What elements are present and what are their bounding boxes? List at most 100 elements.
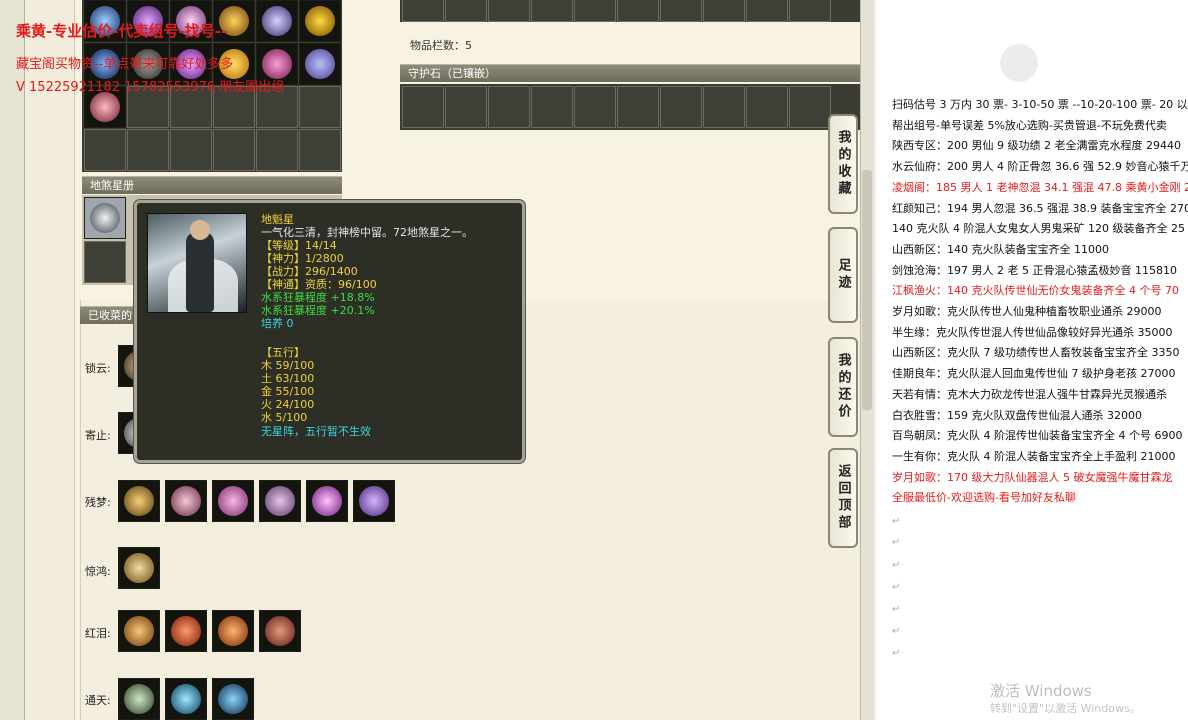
tooltip-element: 土 63/100 [261,372,315,385]
tooltip-bonus: 水系狂暴程度 +20.1% [261,304,375,317]
outfit-item[interactable] [212,610,254,652]
empty-slot[interactable] [531,0,573,22]
windows-activation-hint: 转到"设置"以激活 Windows。 [990,702,1141,715]
footprint-button[interactable]: 足迹 [828,227,858,323]
empty-slot[interactable] [84,129,126,171]
empty-slot[interactable] [445,86,487,128]
listing-line: 岁月如歌：170 级大力队仙器混人 5 破女魔强牛魔甘霖龙 [892,470,1173,484]
outfit-item[interactable] [353,480,395,522]
tooltip-spirit: 【神通】资质：96/100 [261,278,377,291]
outfit-item[interactable] [212,678,254,720]
character-slot[interactable] [84,197,126,239]
empty-slot[interactable] [617,86,659,128]
windows-activation-watermark: 激活 Windows [990,682,1092,700]
guard-stone-header: 守护石（已镶嵌） [400,64,860,82]
empty-slot[interactable] [746,86,788,128]
empty-slot[interactable] [660,0,702,22]
empty-slot[interactable] [660,86,702,128]
paragraph-mark: ↵ [892,516,901,527]
empty-slot[interactable] [617,0,659,22]
empty-slot[interactable] [402,86,444,128]
empty-slot[interactable] [789,86,831,128]
listing-line: 半生缘：克火队传世混人传世仙品像较好异光通杀 35000 [892,325,1173,339]
tooltip-element: 水 5/100 [261,411,308,424]
row-label: 残梦: [85,496,111,509]
outfit-item[interactable] [306,480,348,522]
scrollbar-thumb[interactable] [862,170,872,410]
my-collection-button[interactable]: 我的收藏 [828,114,858,214]
tooltip-element: 金 55/100 [261,385,315,398]
tooltip-element: 火 24/100 [261,398,315,411]
listing-line: 一生有你：克火队 4 阶混人装备宝宝齐全上手盈利 21000 [892,449,1176,463]
listing-line: 红颜知己：194 男人忽混 36.5 强混 38.9 装备宝宝齐全 270 [892,201,1188,215]
empty-slot[interactable] [789,0,831,22]
paragraph-mark: ↵ [892,537,901,548]
empty-slot[interactable] [703,0,745,22]
item-slot[interactable] [299,0,341,42]
listing-line: 水云仙府：200 男人 4 阶正骨忽 36.6 强 52.9 妙音心猿千万 [892,160,1188,174]
character-tooltip: 地魁星 一气化三清，封神榜中留。72地煞星之一。 【等级】14/14 【神力】1… [134,200,525,463]
top-item-grid [400,0,860,22]
guard-stone-grid [400,84,860,130]
tooltip-nurture: 培养 0 [261,317,294,330]
outfit-item[interactable] [118,547,160,589]
listing-line: 佳期良年：克火队混人回血鬼传世仙 7 级护身老孩 27000 [892,367,1176,381]
listing-line: 剑蚀沧海：197 男人 2 老 5 正骨混心猿孟极妙音 115810 [892,263,1177,277]
empty-slot[interactable] [445,0,487,22]
listing-line: 陕西专区：200 男仙 9 级功绩 2 老全满雷克水程度 29440 [892,139,1181,153]
outfit-item[interactable] [118,610,160,652]
empty-slot[interactable] [299,129,341,171]
empty-slot[interactable] [488,0,530,22]
tooltip-name: 地魁星 [261,213,294,226]
tooltip-footer: 无星阵，五行暂不生效 [261,425,371,438]
paragraph-mark: ↵ [892,582,901,593]
outfit-item[interactable] [118,480,160,522]
doc-contact: V 15225921182 15782553976 朋友圈出组 [16,80,285,95]
outfit-item[interactable] [165,480,207,522]
outfit-item[interactable] [118,678,160,720]
empty-slot[interactable] [170,129,212,171]
empty-slot[interactable] [574,86,616,128]
paragraph-mark: ↵ [892,626,901,637]
tooltip-level: 【等级】14/14 [261,239,337,252]
doc-title: 乘黄-专业估价-代卖组号-找号-- [16,22,228,40]
my-bargain-button[interactable]: 我的还价 [828,337,858,437]
outfit-item[interactable] [259,610,301,652]
item-slot[interactable] [299,43,341,85]
outfit-item[interactable] [259,480,301,522]
paragraph-mark: ↵ [892,648,901,659]
tooltip-bonus: 水系狂暴程度 +18.8% [261,291,375,304]
tooltip-desc: 一气化三清，封神榜中留。72地煞星之一。 [261,226,473,239]
left-side-panel [27,0,75,720]
tooltip-combat: 【战力】296/1400 [261,265,358,278]
empty-slot[interactable] [84,241,126,283]
listing-line: 江枫渔火：140 克火队传世仙无价女鬼装备齐全 4 个号 70 [892,284,1179,298]
listing-line: 白衣胜雪：159 克火队双盘传世仙混人通杀 32000 [892,408,1142,422]
listing-line: 扫码估号 3 万内 30 票- 3-10-50 票 --10-20-100 票-… [892,98,1188,111]
empty-slot[interactable] [746,0,788,22]
back-to-top-button[interactable]: 返回顶部 [828,448,858,548]
row-label: 锁云: [85,362,111,375]
empty-slot[interactable] [574,0,616,22]
empty-slot[interactable] [256,129,298,171]
tooltip-five-elements-header: 【五行】 [261,346,305,359]
empty-slot[interactable] [213,129,255,171]
outfit-item[interactable] [165,610,207,652]
listing-line: 140 克火队 4 阶混人女鬼女人男鬼采矿 120 级装备齐全 25 [892,222,1185,236]
empty-slot[interactable] [299,86,341,128]
char-book-header: 地煞星册 [82,176,342,194]
empty-slot[interactable] [703,86,745,128]
empty-slot[interactable] [127,129,169,171]
outfit-item[interactable] [212,480,254,522]
left-window-edge [0,0,25,720]
paragraph-mark: ↵ [892,604,901,615]
item-count-label: 物品栏数：5 [410,39,472,52]
empty-slot[interactable] [402,0,444,22]
outfit-item[interactable] [165,678,207,720]
listing-line: 山西新区：克火队 7 级功绩传世人畜牧装备宝宝齐全 3350 [892,346,1180,360]
item-slot[interactable] [256,0,298,42]
paragraph-mark: ↵ [892,560,901,571]
empty-slot[interactable] [531,86,573,128]
empty-slot[interactable] [488,86,530,128]
listing-line: 百鸟朝凤：克火队 4 阶混传世仙装备宝宝齐全 4 个号 6900 [892,429,1183,443]
